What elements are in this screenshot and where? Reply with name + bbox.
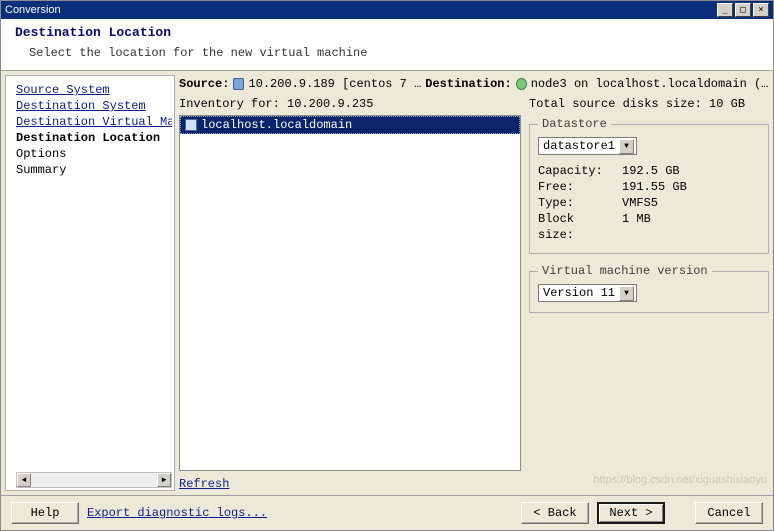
export-logs-link[interactable]: Export diagnostic logs... [87,506,267,520]
step-upcoming: Summary [16,162,172,178]
vm-version-select[interactable]: Version 11 ▼ [538,284,637,302]
datastore-legend: Datastore [538,117,611,131]
source-label: Source: [179,77,229,91]
window-title: Conversion [5,4,717,16]
titlebar: Conversion _ □ × [1,1,773,19]
content-pane: Source: 10.200.9.189 [centos 7 … Destina… [179,75,769,491]
step-upcoming: Options [16,146,172,162]
back-button[interactable]: < Back [521,502,589,524]
refresh-link[interactable]: Refresh [179,471,521,491]
server-icon [233,78,244,90]
close-button[interactable]: × [753,3,769,17]
inventory-column: Inventory for: 10.200.9.235 localhost.lo… [179,97,521,491]
app-window: Conversion _ □ × Destination Location Se… [0,0,774,531]
source-destination-bar: Source: 10.200.9.189 [centos 7 … Destina… [179,75,769,97]
step-link[interactable]: Source System [16,82,172,98]
inventory-item-label: localhost.localdomain [201,118,352,132]
window-controls: _ □ × [717,3,769,17]
inventory-tree[interactable]: localhost.localdomain [179,115,521,471]
source-value: 10.200.9.189 [centos 7 … [248,77,421,91]
help-button[interactable]: Help [11,502,79,524]
total-disks-label: Total source disks size: 10 GB [529,97,769,111]
wizard-body: Source SystemDestination SystemDestinati… [1,71,773,495]
datastore-property-row: Free: 191.55 GB [538,179,760,195]
middle-row: Inventory for: 10.200.9.235 localhost.lo… [179,97,769,491]
globe-icon [516,78,527,90]
property-value: VMFS5 [622,195,658,211]
property-key: Type: [538,195,616,211]
inventory-item-selected[interactable]: localhost.localdomain [180,116,520,134]
maximize-button[interactable]: □ [735,3,751,17]
properties-column: Total source disks size: 10 GB Datastore… [529,97,769,491]
steps-pane: Source SystemDestination SystemDestinati… [5,75,175,491]
inventory-label: Inventory for: 10.200.9.235 [179,97,521,111]
scroll-right-icon[interactable]: ► [157,473,171,487]
chevron-down-icon: ▼ [619,139,634,154]
cancel-button[interactable]: Cancel [695,502,763,524]
steps-list: Source SystemDestination SystemDestinati… [16,82,172,472]
datastore-select-value: datastore1 [543,139,615,153]
inventory-label-prefix: Inventory for: [179,97,280,111]
datastore-select[interactable]: datastore1 ▼ [538,137,637,155]
property-key: Block size: [538,211,616,243]
step-current: Destination Location [16,130,172,146]
host-icon [185,119,197,131]
next-button[interactable]: Next > [597,502,665,524]
destination-value: node3 on localhost.localdomain (VMware E… [531,77,769,91]
datastore-property-row: Type: VMFS5 [538,195,760,211]
datastore-property-row: Capacity: 192.5 GB [538,163,760,179]
property-key: Free: [538,179,616,195]
page-subtitle: Select the location for the new virtual … [15,46,763,60]
chevron-down-icon: ▼ [619,286,634,301]
datastore-group: Datastore datastore1 ▼ Capacity: 192.5 GB… [529,117,769,254]
minimize-button[interactable]: _ [717,3,733,17]
datastore-property-row: Block size:1 MB [538,211,760,243]
steps-horizontal-scrollbar[interactable]: ◄ ► [16,472,172,488]
property-value: 191.55 GB [622,179,687,195]
step-link[interactable]: Destination Virtual Machine [16,114,172,130]
wizard-header: Destination Location Select the location… [1,19,773,71]
destination-label: Destination: [425,77,511,91]
step-link[interactable]: Destination System [16,98,172,114]
property-value: 192.5 GB [622,163,680,179]
inventory-host: 10.200.9.235 [287,97,373,111]
scroll-left-icon[interactable]: ◄ [17,473,31,487]
vm-version-legend: Virtual machine version [538,264,712,278]
wizard-footer: Help Export diagnostic logs... < Back Ne… [1,495,773,530]
vm-version-select-value: Version 11 [543,286,615,300]
page-title: Destination Location [15,25,763,40]
property-key: Capacity: [538,163,616,179]
vm-version-group: Virtual machine version Version 11 ▼ [529,264,769,313]
property-value: 1 MB [622,211,651,243]
